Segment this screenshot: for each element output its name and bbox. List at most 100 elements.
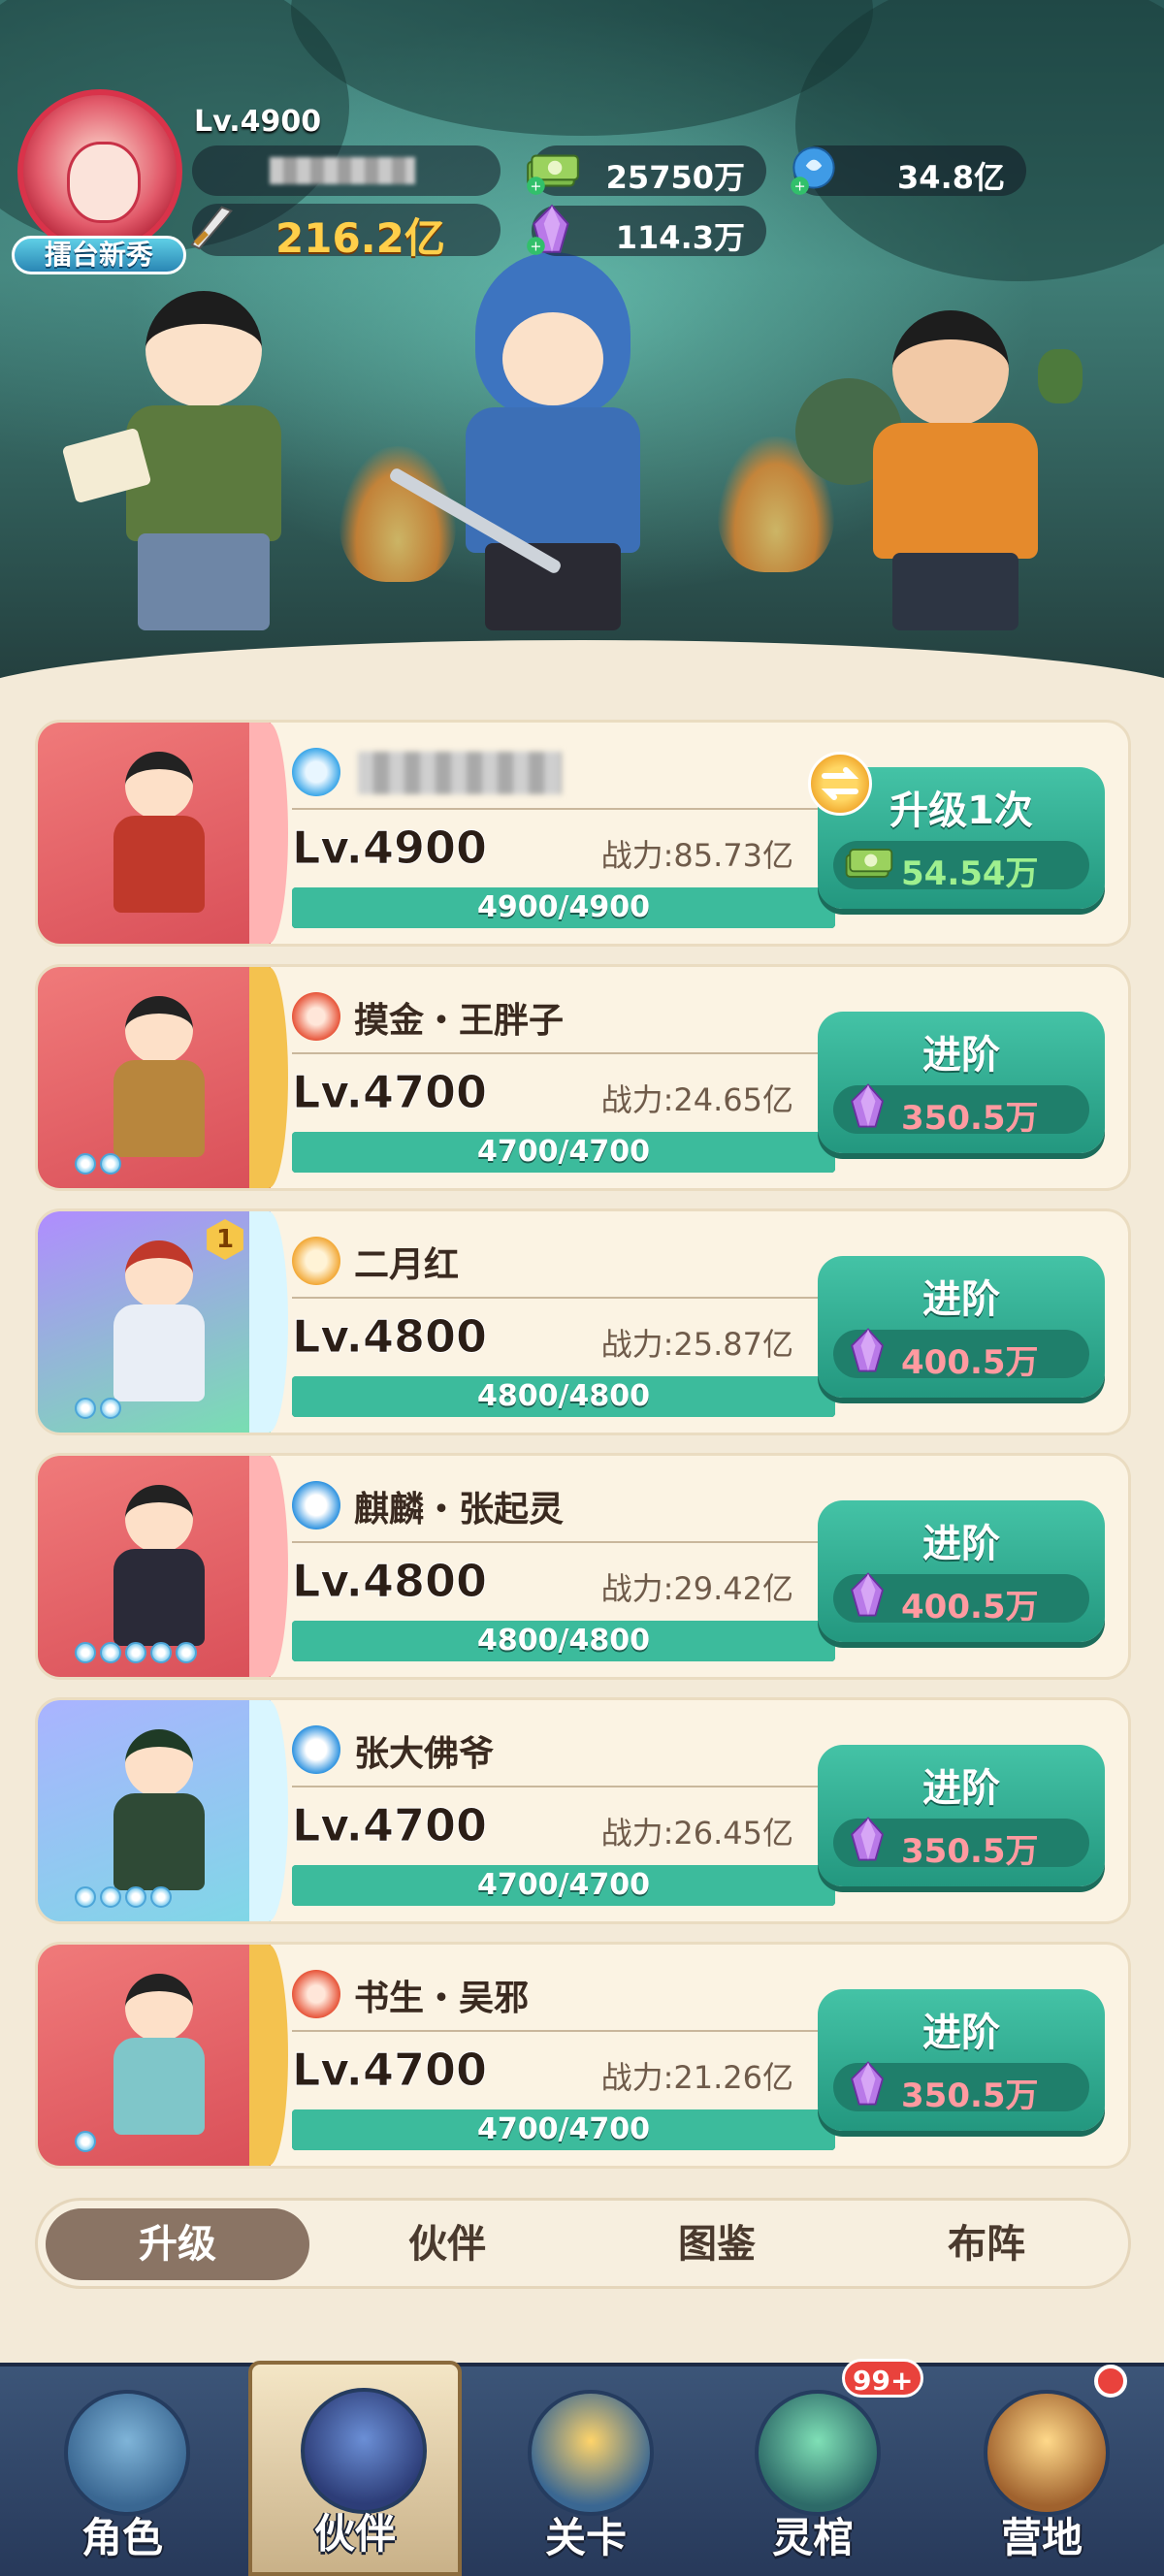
purple-crystal-icon: + [527, 204, 569, 255]
partner-figure [96, 1974, 222, 2139]
partner-name: 麒麟・张起灵 [354, 1490, 565, 1530]
coffin-icon [755, 2390, 881, 2516]
partner-figure [96, 996, 222, 1161]
cost-value: 350.5万 [901, 1832, 1039, 1871]
advance-button[interactable]: 进阶 400.5万 [818, 1256, 1105, 1398]
nav-label: 关卡 [544, 2514, 627, 2561]
opera-mask-avatar-icon [67, 142, 141, 223]
action-label: 进阶 [922, 2011, 1000, 2055]
partner-figure [96, 752, 222, 917]
partner-power: 战力:25.87亿 [600, 1326, 793, 1363]
hero-shovel-figure [775, 291, 1106, 640]
purple-crystal-icon [851, 1328, 884, 1372]
nav-partner[interactable]: 伙伴 [248, 2361, 462, 2576]
cash-stack-icon: + [527, 154, 579, 195]
wind-swirl-icon [292, 748, 340, 796]
purple-crystal-icon [851, 1083, 884, 1128]
advance-button[interactable]: 进阶 350.5万 [818, 1012, 1105, 1153]
partner-card[interactable]: 1 二月红 Lv.4800 战力:25.87亿 4800/4800 进阶 400… [35, 1208, 1131, 1435]
gold-value: 25750万 [605, 159, 745, 196]
player-avatar[interactable] [17, 89, 182, 254]
purple-crystal-icon [851, 1572, 884, 1617]
purple-crystal-icon [851, 1817, 884, 1861]
star-rating [75, 1153, 121, 1175]
cost-pill: 400.5万 [833, 1328, 1089, 1382]
partner-name: 二月红 [354, 1245, 460, 1285]
earth-cloud-icon [292, 1237, 340, 1285]
cost-pill: 350.5万 [833, 1083, 1089, 1138]
nav-label: 角色 [81, 2514, 163, 2561]
advance-button[interactable]: 进阶 350.5万 [818, 1745, 1105, 1886]
partner-power: 战力:29.42亿 [600, 1570, 793, 1607]
partner-power: 战力:26.45亿 [600, 1815, 793, 1852]
nav-coffin[interactable]: 99+ 灵棺 [706, 2359, 924, 2576]
nav-stage[interactable]: 关卡 [479, 2367, 693, 2576]
cash-stack-icon [845, 849, 893, 878]
notification-dot [1094, 2365, 1127, 2398]
action-label: 进阶 [922, 1277, 1000, 1322]
nav-camp[interactable]: 营地 [935, 2365, 1148, 2576]
gold-resource[interactable]: + 25750万 [527, 145, 766, 196]
player-power-value: 216.2亿 [275, 214, 445, 262]
cost-pill: 350.5万 [833, 1817, 1089, 1871]
bottom-navigation: 角色 伙伴 关卡 99+ 灵棺 营地 [0, 2359, 1164, 2576]
partner-figure [96, 1729, 222, 1894]
swap-arrows-icon[interactable] [808, 752, 872, 816]
advance-button[interactable]: 进阶 400.5万 [818, 1500, 1105, 1642]
partner-card[interactable]: Lv.4900 战力:85.73亿 4900/4900 升级1次 54.54万 [35, 720, 1131, 947]
purple-crystal-icon [851, 2061, 884, 2106]
cost-value: 350.5万 [901, 1099, 1039, 1138]
gem-resource[interactable]: + 114.3万 [527, 204, 766, 256]
blue-orb-icon: + [791, 146, 835, 195]
svg-text:+: + [793, 179, 805, 195]
level-progress-bar: 4900/4900 [292, 887, 835, 928]
level-progress-text: 4900/4900 [477, 890, 650, 924]
gem-value: 114.3万 [615, 219, 745, 256]
partner-name: 书生・吴邪 [354, 1979, 530, 2018]
level-progress-bar: 4700/4700 [292, 2109, 835, 2150]
blue-resource[interactable]: + 34.8亿 [791, 145, 1026, 196]
partner-name: 张大佛爷 [354, 1734, 495, 1774]
level-progress-text: 4800/4800 [477, 1379, 650, 1413]
partner-card[interactable]: 张大佛爷 Lv.4700 战力:26.45亿 4700/4700 进阶 350.… [35, 1697, 1131, 1924]
nav-character[interactable]: 角色 [16, 2367, 229, 2576]
partner-level: Lv.4700 [291, 1799, 488, 1852]
sword-power-icon [190, 206, 233, 250]
character-icon [64, 2390, 190, 2516]
partner-subtabs: 升级 伙伴 图鉴 布阵 [35, 2198, 1131, 2289]
star-rating [75, 1398, 121, 1419]
action-label: 进阶 [922, 1522, 1000, 1566]
hero-hooded-figure [387, 252, 698, 640]
action-label: 进阶 [922, 1766, 1000, 1811]
level-progress-bar: 4700/4700 [292, 1865, 835, 1906]
partner-power: 战力:21.26亿 [600, 2059, 793, 2096]
subtab-formation[interactable]: 布阵 [855, 2208, 1118, 2280]
svg-text:+: + [530, 240, 541, 255]
partner-level: Lv.4700 [291, 2044, 488, 2097]
partner-card[interactable]: 麒麟・张起灵 Lv.4800 战力:29.42亿 4800/4800 进阶 40… [35, 1453, 1131, 1680]
sword-stage-icon [528, 2390, 654, 2516]
level-progress-bar: 4800/4800 [292, 1621, 835, 1661]
subtab-partner[interactable]: 伙伴 [315, 2208, 579, 2280]
player-name-blurred [192, 145, 501, 196]
partner-figure [96, 1485, 222, 1650]
partner-power: 战力:24.65亿 [600, 1081, 793, 1118]
fire-swirl-icon [292, 992, 340, 1041]
subtab-codex[interactable]: 图鉴 [585, 2208, 849, 2280]
star-rating [75, 1642, 197, 1663]
partner-icon [301, 2388, 427, 2514]
tent-camp-icon [984, 2390, 1110, 2516]
cost-value: 400.5万 [901, 1343, 1039, 1382]
cost-value: 54.54万 [901, 854, 1039, 893]
cost-pill: 54.54万 [833, 841, 1089, 893]
notification-badge: 99+ [842, 2359, 924, 2398]
partner-card[interactable]: 书生・吴邪 Lv.4700 战力:21.26亿 4700/4700 进阶 350… [35, 1942, 1131, 2169]
star-rating [75, 2131, 96, 2152]
subtab-upgrade[interactable]: 升级 [46, 2208, 309, 2280]
partner-card[interactable]: 摸金・王胖子 Lv.4700 战力:24.65亿 4700/4700 进阶 35… [35, 964, 1131, 1191]
blue-value: 34.8亿 [897, 159, 1005, 196]
cost-value: 400.5万 [901, 1588, 1039, 1626]
advance-button[interactable]: 进阶 350.5万 [818, 1989, 1105, 2131]
nav-label: 营地 [1000, 2514, 1083, 2561]
cost-pill: 350.5万 [833, 2061, 1089, 2115]
